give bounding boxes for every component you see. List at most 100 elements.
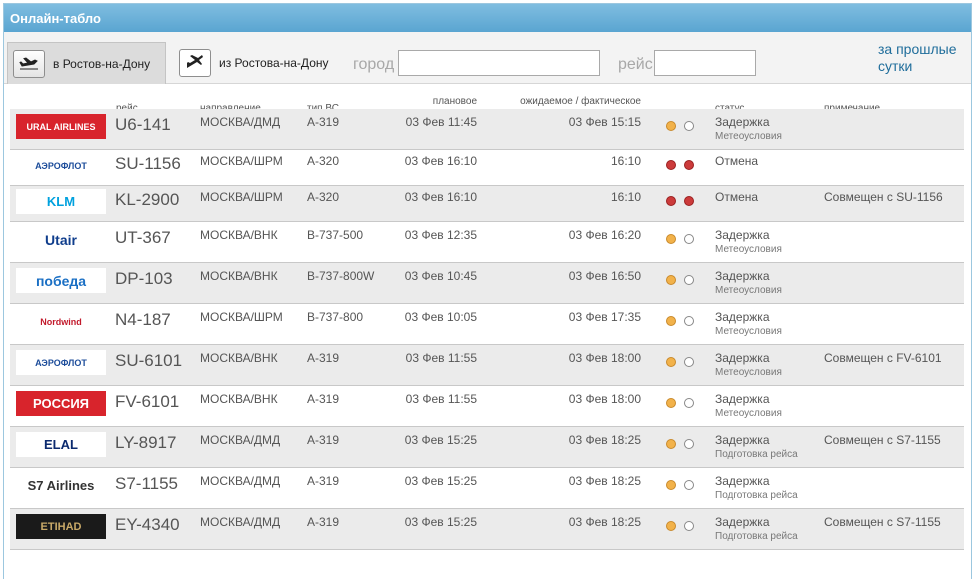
expected-time: 03 Фев 18:25 — [568, 515, 641, 529]
status-light-icon — [684, 160, 694, 170]
flight-number[interactable]: KL-2900 — [115, 190, 179, 210]
status-light-icon — [684, 398, 694, 408]
status-text: Задержка — [715, 269, 770, 283]
previous-day-link[interactable]: за прошлые сутки — [878, 41, 968, 75]
city-label: город — [353, 56, 395, 73]
expected-time: 03 Фев 18:25 — [568, 474, 641, 488]
status-text: Отмена — [715, 190, 759, 204]
status-text: Задержка — [715, 228, 770, 242]
table-row: АЭРОФЛОТ SU-1156 МОСКВА/ШРМ A-320 03 Фев 16:… — [10, 150, 964, 186]
aircraft-type: A-319 — [307, 474, 340, 488]
status-light-icon — [684, 234, 694, 244]
airline-logo: Nordwind — [16, 309, 106, 334]
direction: МОСКВА/ДМД — [200, 433, 281, 447]
status-light-icon — [684, 439, 694, 449]
flight-number[interactable]: N4-187 — [115, 310, 171, 330]
expected-time: 03 Фев 18:25 — [568, 433, 641, 447]
flight-number[interactable]: S7-1155 — [115, 474, 178, 494]
status-light-icon — [666, 196, 676, 206]
arrival-plane-icon — [13, 49, 45, 78]
status-light-icon — [666, 234, 676, 244]
airline-logo: АЭРОФЛОТ — [16, 350, 106, 375]
direction: МОСКВА/ДМД — [200, 515, 281, 529]
flight-number[interactable]: EY-4340 — [115, 515, 180, 535]
status-light-icon — [684, 121, 694, 131]
airline-logo: URAL AIRLINES — [16, 114, 106, 139]
note: Совмещен с FV-6101 — [824, 351, 942, 365]
city-input[interactable] — [398, 50, 600, 76]
status-light-icon — [684, 316, 694, 326]
airline-logo: KLM — [16, 189, 106, 214]
tab-departures-label: из Ростова-на-Дону — [219, 56, 329, 70]
table-row: АЭРОФЛОТ SU-6101 МОСКВА/ВНК A-319 03 Фев 11:… — [10, 345, 964, 386]
status-reason: Метеоусловия — [715, 131, 782, 142]
planned-time: 03 Фев 11:55 — [405, 351, 477, 365]
expected-time: 03 Фев 16:20 — [568, 228, 641, 242]
aircraft-type: B-737-800 — [307, 310, 364, 324]
status-reason: Метеоусловия — [715, 326, 782, 337]
direction: МОСКВА/ВНК — [200, 228, 278, 242]
flight-number[interactable]: SU-1156 — [115, 154, 181, 174]
status-text: Задержка — [715, 115, 770, 129]
airline-logo: S7 Airlines — [16, 473, 106, 498]
flight-number[interactable]: DP-103 — [115, 269, 173, 289]
aircraft-type: B-737-800W — [307, 269, 375, 283]
direction: МОСКВА/ШРМ — [200, 310, 283, 324]
flight-number[interactable]: UT-367 — [115, 228, 171, 248]
airline-logo: ETIHAD — [16, 514, 106, 539]
expected-time: 03 Фев 17:35 — [568, 310, 641, 324]
flight-number[interactable]: SU-6101 — [115, 351, 182, 371]
aircraft-type: A-319 — [307, 351, 340, 365]
flight-label: рейс — [618, 56, 653, 73]
direction: МОСКВА/ШРМ — [200, 154, 283, 168]
status-light-icon — [666, 439, 676, 449]
airline-logo: ELAL — [16, 432, 106, 457]
aircraft-type: B-737-500 — [307, 228, 364, 242]
status-reason: Метеоусловия — [715, 244, 782, 255]
status-light-icon — [666, 521, 676, 531]
flight-number[interactable]: LY-8917 — [115, 433, 176, 453]
status-reason: Метеоусловия — [715, 367, 782, 378]
airline-logo: АЭРОФЛОТ — [16, 153, 106, 178]
flight-number[interactable]: FV-6101 — [115, 392, 179, 412]
planned-time: 03 Фев 11:55 — [405, 392, 477, 406]
status-reason: Метеоусловия — [715, 408, 782, 419]
status-light-icon — [684, 357, 694, 367]
planned-time: 03 Фев 16:10 — [404, 154, 477, 168]
status-text: Задержка — [715, 351, 770, 365]
airline-logo: победа — [16, 268, 106, 293]
direction: МОСКВА/ВНК — [200, 392, 278, 406]
expected-time: 03 Фев 16:50 — [568, 269, 641, 283]
table-row: Nordwind N4-187 МОСКВА/ШРМ B-737-800 03 Фев … — [10, 304, 964, 345]
status-light-icon — [666, 398, 676, 408]
aircraft-type: A-319 — [307, 115, 340, 129]
planned-time: 03 Фев 10:05 — [404, 310, 477, 324]
note: Совмещен с S7-1155 — [824, 433, 941, 447]
note: Совмещен с S7-1155 — [824, 515, 941, 529]
aircraft-type: A-319 — [307, 515, 340, 529]
status-reason: Метеоусловия — [715, 285, 782, 296]
direction: МОСКВА/ДМД — [200, 115, 281, 129]
table-row: ETIHAD EY-4340 МОСКВА/ДМД A-319 03 Фев 15:25… — [10, 509, 964, 550]
note: Совмещен с SU-1156 — [824, 190, 943, 204]
direction: МОСКВА/ДМД — [200, 474, 281, 488]
status-text: Отмена — [715, 154, 759, 168]
status-reason: Подготовка рейса — [715, 531, 798, 542]
status-text: Задержка — [715, 433, 770, 447]
departure-plane-icon — [179, 49, 211, 77]
flight-number[interactable]: U6-141 — [115, 115, 171, 135]
tab-departures[interactable]: из Ростова-на-Дону — [174, 42, 344, 84]
status-light-icon — [666, 275, 676, 285]
tab-arrivals[interactable]: в Ростов-на-Дону — [7, 42, 166, 84]
status-light-icon — [684, 196, 694, 206]
online-board: Онлайн-табло в Ростов-на-Дону из Ростова… — [3, 3, 972, 579]
planned-time: 03 Фев 12:35 — [404, 228, 477, 242]
planned-time: 03 Фев 15:25 — [404, 433, 477, 447]
airline-logo: РОССИЯ — [16, 391, 106, 416]
planned-time: 03 Фев 15:25 — [404, 474, 477, 488]
airline-logo: Utair — [16, 227, 106, 252]
expected-time: 03 Фев 18:00 — [568, 392, 641, 406]
direction: МОСКВА/ВНК — [200, 351, 278, 365]
flight-input[interactable] — [654, 50, 756, 76]
status-text: Задержка — [715, 392, 770, 406]
